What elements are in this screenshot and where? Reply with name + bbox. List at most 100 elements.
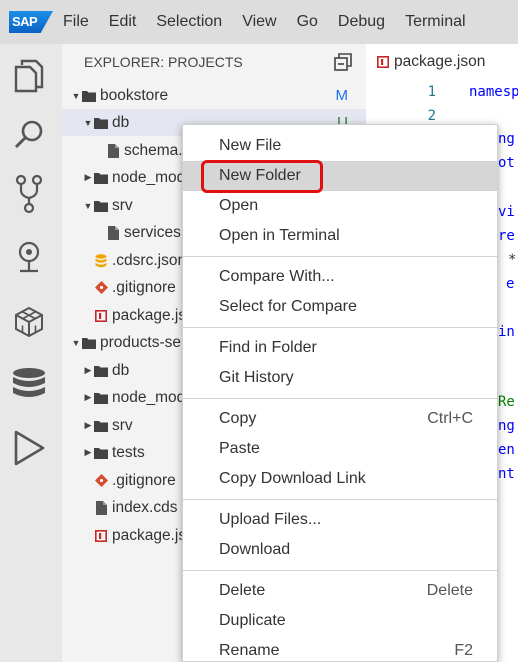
code-fragment: re <box>498 228 515 244</box>
tab-label: package.json <box>394 53 486 70</box>
activity-bar <box>0 44 62 662</box>
code-fragment: * <box>508 252 517 268</box>
sap-logo: SAP <box>9 11 53 33</box>
database-file-icon <box>94 253 108 268</box>
menu-separator <box>183 570 497 571</box>
menu-item-rename[interactable]: Rename F2 <box>183 636 497 662</box>
menu-item-label: Find in Folder <box>219 339 317 356</box>
file-icon <box>94 500 108 515</box>
npm-icon <box>94 529 108 543</box>
run-icon[interactable] <box>9 428 49 468</box>
tree-item-label: tests <box>112 443 145 461</box>
folder-icon <box>94 199 108 213</box>
chevron-right-icon[interactable]: ▶ <box>82 172 94 183</box>
tree-item[interactable]: ▼ bookstore M <box>62 82 366 109</box>
menu-item-copy[interactable]: Copy Ctrl+C <box>183 404 497 434</box>
menu-item-label: New File <box>219 137 282 154</box>
chevron-right-icon[interactable]: ▶ <box>82 392 94 403</box>
extensions-icon[interactable] <box>9 302 49 342</box>
folder-icon <box>82 336 96 350</box>
tree-item-label: .gitignore <box>112 278 176 296</box>
line-number: 2 <box>427 108 436 124</box>
menu-item-upload-files[interactable]: Upload Files... <box>183 505 497 535</box>
menu-item-open[interactable]: Open <box>183 191 497 221</box>
menu-item-paste[interactable]: Paste <box>183 434 497 464</box>
menu-view[interactable]: View <box>242 13 276 31</box>
menu-item-select-for-compare[interactable]: Select for Compare <box>183 292 497 322</box>
chevron-down-icon[interactable]: ▼ <box>82 118 94 128</box>
tree-item-label: srv <box>112 196 133 214</box>
code-fragment: vi <box>498 204 515 220</box>
code-text: namespace <box>469 84 518 100</box>
menu-edit[interactable]: Edit <box>109 13 137 31</box>
menu-file[interactable]: File <box>63 13 89 31</box>
database-icon[interactable] <box>9 366 49 406</box>
menu-item-open-in-terminal[interactable]: Open in Terminal <box>183 221 497 251</box>
chevron-right-icon[interactable]: ▶ <box>82 420 94 431</box>
menu-separator <box>183 499 497 500</box>
code-fragment: Re <box>498 394 515 410</box>
menu-item-delete[interactable]: Delete Delete <box>183 576 497 606</box>
collapse-all-icon[interactable] <box>334 53 352 71</box>
menu-item-shortcut: F2 <box>454 642 473 659</box>
folder-icon <box>94 171 108 185</box>
menu-item-label: Open <box>219 197 259 214</box>
menu-item-duplicate[interactable]: Duplicate <box>183 606 497 636</box>
menu-item-label: Compare With... <box>219 268 335 285</box>
menu-item-find-in-folder[interactable]: Find in Folder <box>183 333 497 363</box>
menu-go[interactable]: Go <box>297 13 318 31</box>
tree-item-label: bookstore <box>100 86 169 104</box>
menu-item-label: Paste <box>219 440 260 457</box>
files-icon[interactable] <box>9 56 49 96</box>
menu-selection[interactable]: Selection <box>156 13 222 31</box>
search-icon[interactable] <box>9 114 49 154</box>
menu-item-label: Duplicate <box>219 612 286 629</box>
menu-item-new-file[interactable]: New File <box>183 131 497 161</box>
menu-debug[interactable]: Debug <box>338 13 385 31</box>
folder-icon <box>82 89 96 103</box>
chevron-down-icon[interactable]: ▼ <box>70 91 82 101</box>
menu-item-label: Upload Files... <box>219 511 322 528</box>
tree-item-label: index.cds <box>112 498 178 516</box>
tree-item-label: srv <box>112 416 133 434</box>
menu-item-download[interactable]: Download <box>183 535 497 565</box>
file-icon <box>106 225 120 240</box>
menu-item-shortcut: Ctrl+C <box>427 410 473 427</box>
tab-package-json[interactable]: package.json <box>366 44 518 80</box>
menu-item-git-history[interactable]: Git History <box>183 363 497 393</box>
debug-pin-icon[interactable] <box>9 238 49 278</box>
menu-bar: SAP File Edit Selection View Go Debug Te… <box>0 0 518 44</box>
menu-item-label: Select for Compare <box>219 298 357 315</box>
folder-icon <box>94 446 108 460</box>
folder-icon <box>94 116 108 130</box>
menu-item-compare-with[interactable]: Compare With... <box>183 262 497 292</box>
code-fragment: ng <box>498 131 515 147</box>
menu-item-label: Rename <box>219 642 280 659</box>
code-fragment: e <box>506 276 515 292</box>
explorer-header: EXPLORER: PROJECTS <box>62 44 366 80</box>
menu-item-copy-download-link[interactable]: Copy Download Link <box>183 464 497 494</box>
git-icon <box>94 281 108 295</box>
file-icon <box>106 143 120 158</box>
code-fragment: en <box>498 442 515 458</box>
menu-item-label: Open in Terminal <box>219 227 340 244</box>
menu-separator <box>183 256 497 257</box>
source-control-icon[interactable] <box>9 174 49 214</box>
explorer-title: EXPLORER: PROJECTS <box>84 54 243 70</box>
menu-item-label: Copy <box>219 410 257 427</box>
menu-terminal[interactable]: Terminal <box>405 13 465 31</box>
menu-item-label: Delete <box>219 582 266 599</box>
chevron-right-icon[interactable]: ▶ <box>82 447 94 458</box>
chevron-down-icon[interactable]: ▼ <box>82 201 94 211</box>
menu-item-shortcut: Delete <box>426 582 473 599</box>
menu-separator <box>183 327 497 328</box>
chevron-right-icon[interactable]: ▶ <box>82 365 94 376</box>
code-fragment: ot <box>498 155 515 171</box>
chevron-down-icon[interactable]: ▼ <box>70 338 82 348</box>
menu-item-label: Git History <box>219 369 294 386</box>
tree-item-label: db <box>112 113 130 131</box>
folder-icon <box>94 391 108 405</box>
code-fragment: in <box>498 324 515 340</box>
tree-item-label: db <box>112 361 130 379</box>
menu-separator <box>183 398 497 399</box>
